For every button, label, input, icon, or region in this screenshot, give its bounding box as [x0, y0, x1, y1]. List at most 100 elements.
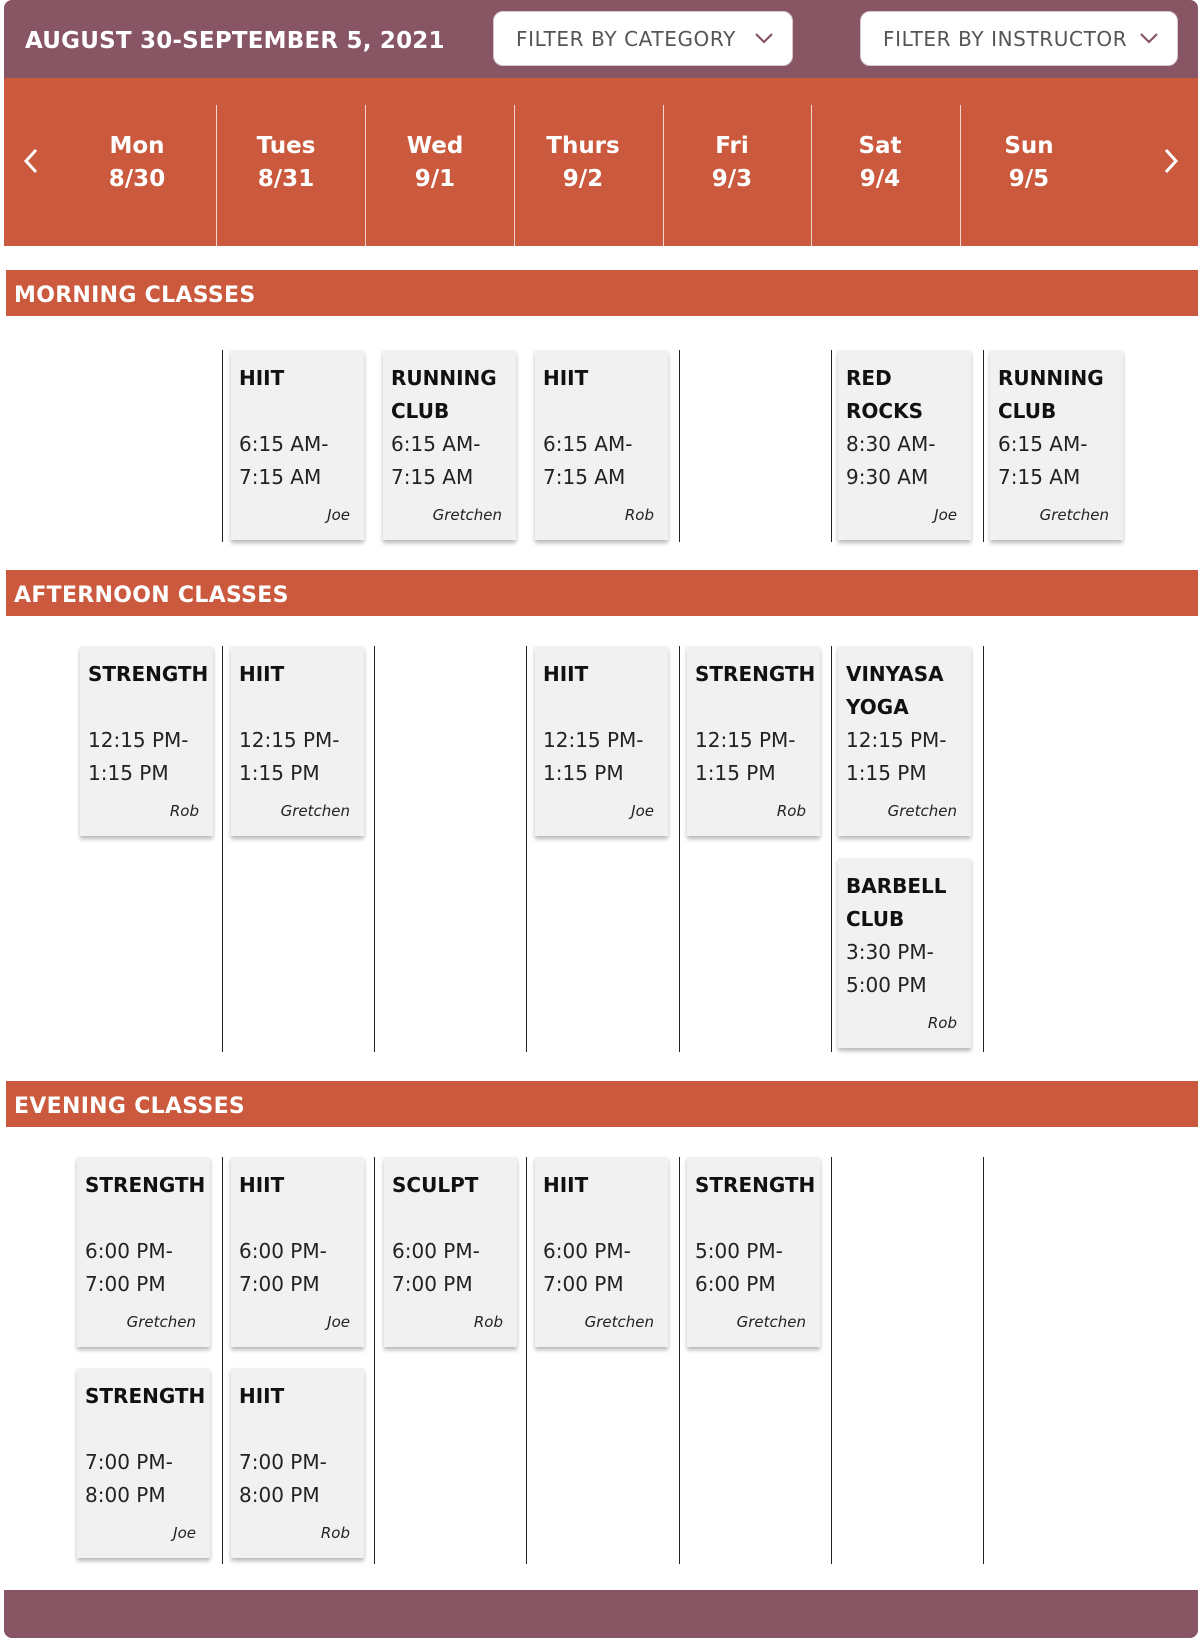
schedule-footer: [4, 1590, 1198, 1638]
class-card[interactable]: RUNNING CLUB 6:15 AM- 7:15 AM Gretchen: [990, 350, 1123, 540]
day-mon[interactable]: Mon 8/30: [61, 106, 213, 246]
class-title: HIIT: [239, 662, 285, 686]
class-card[interactable]: STRENGTH 6:00 PM- 7:00 PM Gretchen: [77, 1157, 210, 1347]
class-title: HIIT: [239, 1384, 285, 1408]
class-card[interactable]: HIIT 6:00 PM- 7:00 PM Gretchen: [535, 1157, 668, 1347]
class-time: 7:00 PM- 8:00 PM: [239, 1450, 327, 1507]
day-date: 9/4: [859, 166, 901, 192]
class-instructor: Rob: [776, 802, 806, 820]
class-time: 7:00 PM- 8:00 PM: [85, 1450, 173, 1507]
class-time: 6:15 AM- 7:15 AM: [543, 432, 633, 489]
section-title: EVENING CLASSES: [14, 1094, 246, 1119]
chevron-down-icon: [1140, 33, 1158, 44]
class-instructor: Gretchen: [736, 1313, 806, 1331]
class-title: BARBELL CLUB: [846, 874, 947, 931]
class-time: 12:15 PM- 1:15 PM: [543, 728, 644, 785]
class-card[interactable]: HIIT 7:00 PM- 8:00 PM Rob: [231, 1368, 364, 1558]
class-title: STRENGTH: [88, 662, 209, 686]
class-card[interactable]: RUNNING CLUB 6:15 AM- 7:15 AM Gretchen: [383, 350, 516, 540]
class-card[interactable]: VINYASA YOGA 12:15 PM- 1:15 PM Gretchen: [838, 646, 971, 836]
class-instructor: Rob: [473, 1313, 503, 1331]
class-instructor: Gretchen: [126, 1313, 196, 1331]
class-card[interactable]: STRENGTH 12:15 PM- 1:15 PM Rob: [687, 646, 820, 836]
day-date: 9/2: [562, 166, 604, 192]
class-time: 6:15 AM- 7:15 AM: [998, 432, 1088, 489]
column-divider: [679, 646, 680, 1052]
class-title: VINYASA YOGA: [846, 662, 944, 719]
column-divider: [526, 646, 527, 1052]
class-card[interactable]: SCULPT 6:00 PM- 7:00 PM Rob: [384, 1157, 517, 1347]
class-instructor: Rob: [624, 506, 654, 524]
class-title: STRENGTH: [85, 1384, 206, 1408]
class-card[interactable]: HIIT 12:15 PM- 1:15 PM Joe: [535, 646, 668, 836]
column-divider: [222, 646, 223, 1052]
class-card[interactable]: BARBELL CLUB 3:30 PM- 5:00 PM Rob: [838, 858, 971, 1048]
day-sat[interactable]: Sat 9/4: [804, 106, 956, 246]
class-card[interactable]: HIIT 6:00 PM- 7:00 PM Joe: [231, 1157, 364, 1347]
filter-by-category-dropdown[interactable]: FILTER BY CATEGORY: [493, 11, 793, 66]
class-instructor: Joe: [934, 506, 957, 524]
class-card[interactable]: HIIT 6:15 AM- 7:15 AM Rob: [535, 350, 668, 540]
schedule-header: AUGUST 30-SEPTEMBER 5, 2021 FILTER BY CA…: [4, 0, 1198, 78]
day-date: 9/1: [414, 166, 456, 192]
day-thu[interactable]: Thurs 9/2: [507, 106, 659, 246]
class-title: STRENGTH: [695, 662, 816, 686]
class-title: STRENGTH: [695, 1173, 816, 1197]
column-divider: [983, 646, 984, 1052]
class-instructor: Gretchen: [1039, 506, 1109, 524]
class-card[interactable]: HIIT 12:15 PM- 1:15 PM Gretchen: [231, 646, 364, 836]
column-divider: [374, 1157, 375, 1564]
day-sun[interactable]: Sun 9/5: [953, 106, 1105, 246]
class-card[interactable]: STRENGTH 12:15 PM- 1:15 PM Rob: [80, 646, 213, 836]
section-title: AFTERNOON CLASSES: [14, 583, 289, 608]
class-title: HIIT: [543, 366, 589, 390]
class-title: SCULPT: [392, 1173, 479, 1197]
class-title: HIIT: [239, 366, 285, 390]
filter-instructor-label: FILTER BY INSTRUCTOR: [883, 26, 1128, 51]
day-name: Sat: [858, 133, 902, 159]
chevron-left-icon[interactable]: [16, 142, 46, 180]
column-divider: [526, 1157, 527, 1564]
day-date: 8/30: [108, 166, 166, 192]
class-instructor: Joe: [173, 1524, 196, 1542]
class-card[interactable]: STRENGTH 5:00 PM- 6:00 PM Gretchen: [687, 1157, 820, 1347]
class-time: 5:00 PM- 6:00 PM: [695, 1239, 783, 1296]
chevron-down-icon: [755, 33, 773, 44]
class-title: RED ROCKS: [846, 366, 923, 423]
column-divider: [831, 646, 832, 1052]
section-title: MORNING CLASSES: [14, 283, 256, 308]
day-date: 9/3: [711, 166, 753, 192]
class-time: 6:00 PM- 7:00 PM: [543, 1239, 631, 1296]
class-time: 12:15 PM- 1:15 PM: [695, 728, 796, 785]
class-instructor: Rob: [320, 1524, 350, 1542]
class-time: 6:15 AM- 7:15 AM: [391, 432, 481, 489]
class-card[interactable]: RED ROCKS 8:30 AM- 9:30 AM Joe: [838, 350, 971, 540]
afternoon-section-header: AFTERNOON CLASSES: [6, 570, 1198, 616]
class-time: 12:15 PM- 1:15 PM: [846, 728, 947, 785]
class-time: 8:30 AM- 9:30 AM: [846, 432, 936, 489]
day-header-row: Mon 8/30 Tues 8/31 Wed 9/1 Thurs 9/2 Fri…: [4, 78, 1198, 246]
class-time: 12:15 PM- 1:15 PM: [239, 728, 340, 785]
class-card[interactable]: HIIT 6:15 AM- 7:15 AM Joe: [231, 350, 364, 540]
morning-section-header: MORNING CLASSES: [6, 270, 1198, 316]
day-tue[interactable]: Tues 8/31: [210, 106, 362, 246]
filter-by-instructor-dropdown[interactable]: FILTER BY INSTRUCTOR: [860, 11, 1178, 66]
column-divider: [222, 1157, 223, 1564]
column-divider: [983, 1157, 984, 1564]
class-time: 6:00 PM- 7:00 PM: [239, 1239, 327, 1296]
class-title: RUNNING CLUB: [998, 366, 1104, 423]
class-instructor: Rob: [927, 1014, 957, 1032]
class-card[interactable]: STRENGTH 7:00 PM- 8:00 PM Joe: [77, 1368, 210, 1558]
class-time: 6:00 PM- 7:00 PM: [85, 1239, 173, 1296]
class-title: RUNNING CLUB: [391, 366, 497, 423]
day-name: Mon: [109, 133, 165, 159]
class-instructor: Gretchen: [584, 1313, 654, 1331]
day-fri[interactable]: Fri 9/3: [656, 106, 808, 246]
evening-section-header: EVENING CLASSES: [6, 1081, 1198, 1127]
day-name: Fri: [715, 133, 749, 159]
day-name: Sun: [1004, 133, 1054, 159]
class-title: STRENGTH: [85, 1173, 206, 1197]
column-divider: [983, 350, 984, 542]
day-wed[interactable]: Wed 9/1: [359, 106, 511, 246]
chevron-right-icon[interactable]: [1156, 142, 1186, 180]
